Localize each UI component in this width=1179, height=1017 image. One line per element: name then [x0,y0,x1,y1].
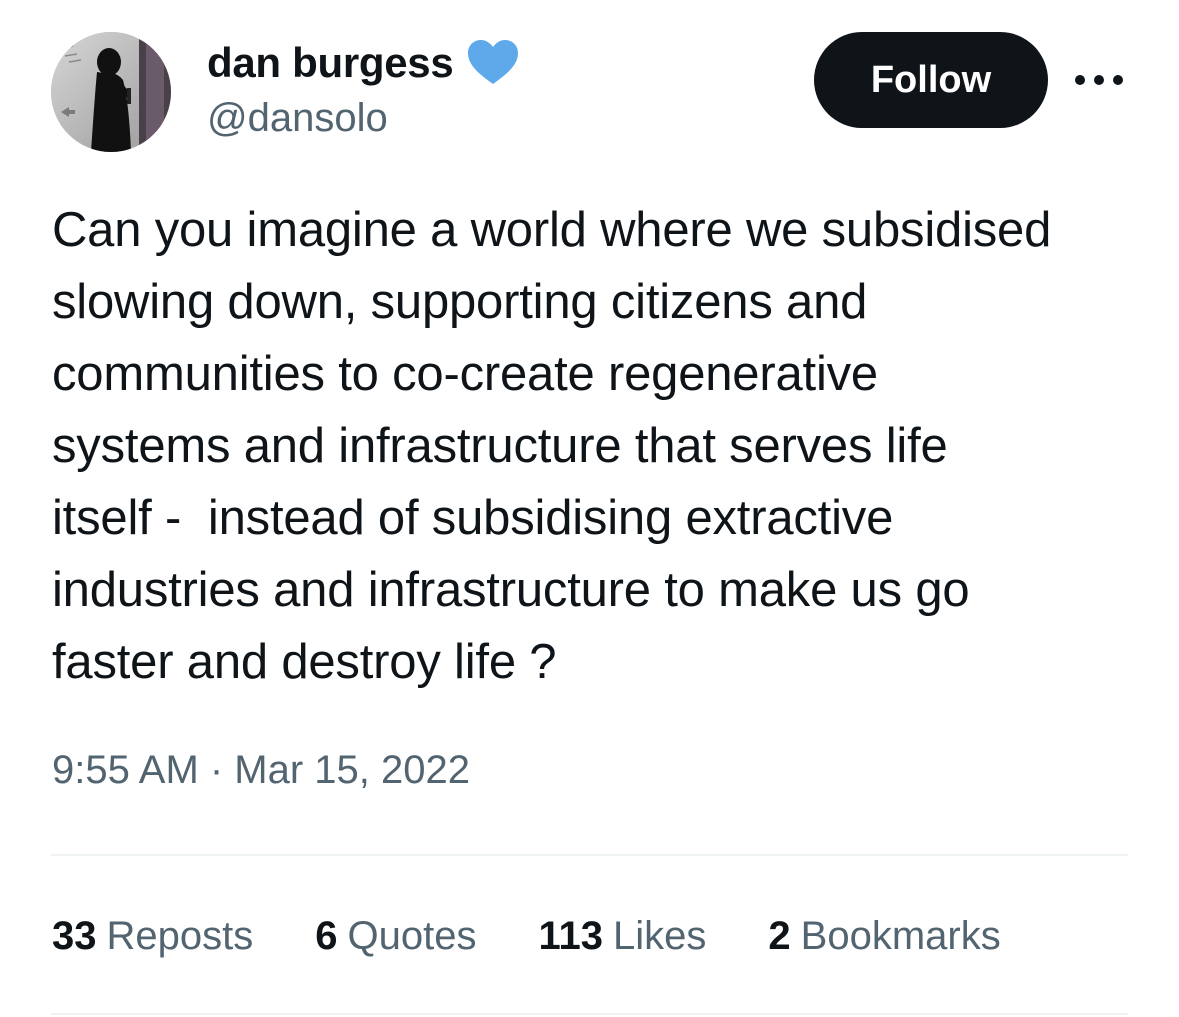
reposts-count: 33 [52,913,97,958]
blue-heart-icon [465,38,521,88]
author-display-name[interactable]: dan burgess [207,39,454,87]
bookmarks-stat[interactable]: 2 Bookmarks [768,914,1000,959]
likes-stat[interactable]: 113 Likes [538,914,706,959]
author-name-row: dan burgess [207,36,521,90]
author-handle[interactable]: @dansolo [207,96,388,141]
divider [51,1013,1128,1015]
engagement-stats: 33 Reposts 6 Quotes 113 Likes 2 Bookmarks [52,908,1063,964]
bookmarks-label: Bookmarks [800,913,1001,958]
tweet-card: dan burgess @dansolo Follow Can you imag… [0,0,1179,1017]
bookmarks-count: 2 [768,913,791,958]
follow-button[interactable]: Follow [814,32,1048,128]
quotes-stat[interactable]: 6 Quotes [315,914,476,959]
likes-count: 113 [538,913,603,958]
tweet-text: Can you imagine a world where we subsidi… [52,203,1052,689]
reposts-stat[interactable]: 33 Reposts [52,914,253,959]
avatar[interactable] [51,32,171,152]
quotes-label: Quotes [347,913,477,958]
more-dots-icon [1075,75,1123,85]
more-options-button[interactable] [1070,62,1128,98]
divider [51,854,1128,856]
avatar-photo-icon [51,32,171,152]
tweet-timestamp[interactable]: 9:55 AM · Mar 15, 2022 [52,748,470,793]
reposts-label: Reposts [106,913,254,958]
quotes-count: 6 [315,913,338,958]
likes-label: Likes [613,913,707,958]
